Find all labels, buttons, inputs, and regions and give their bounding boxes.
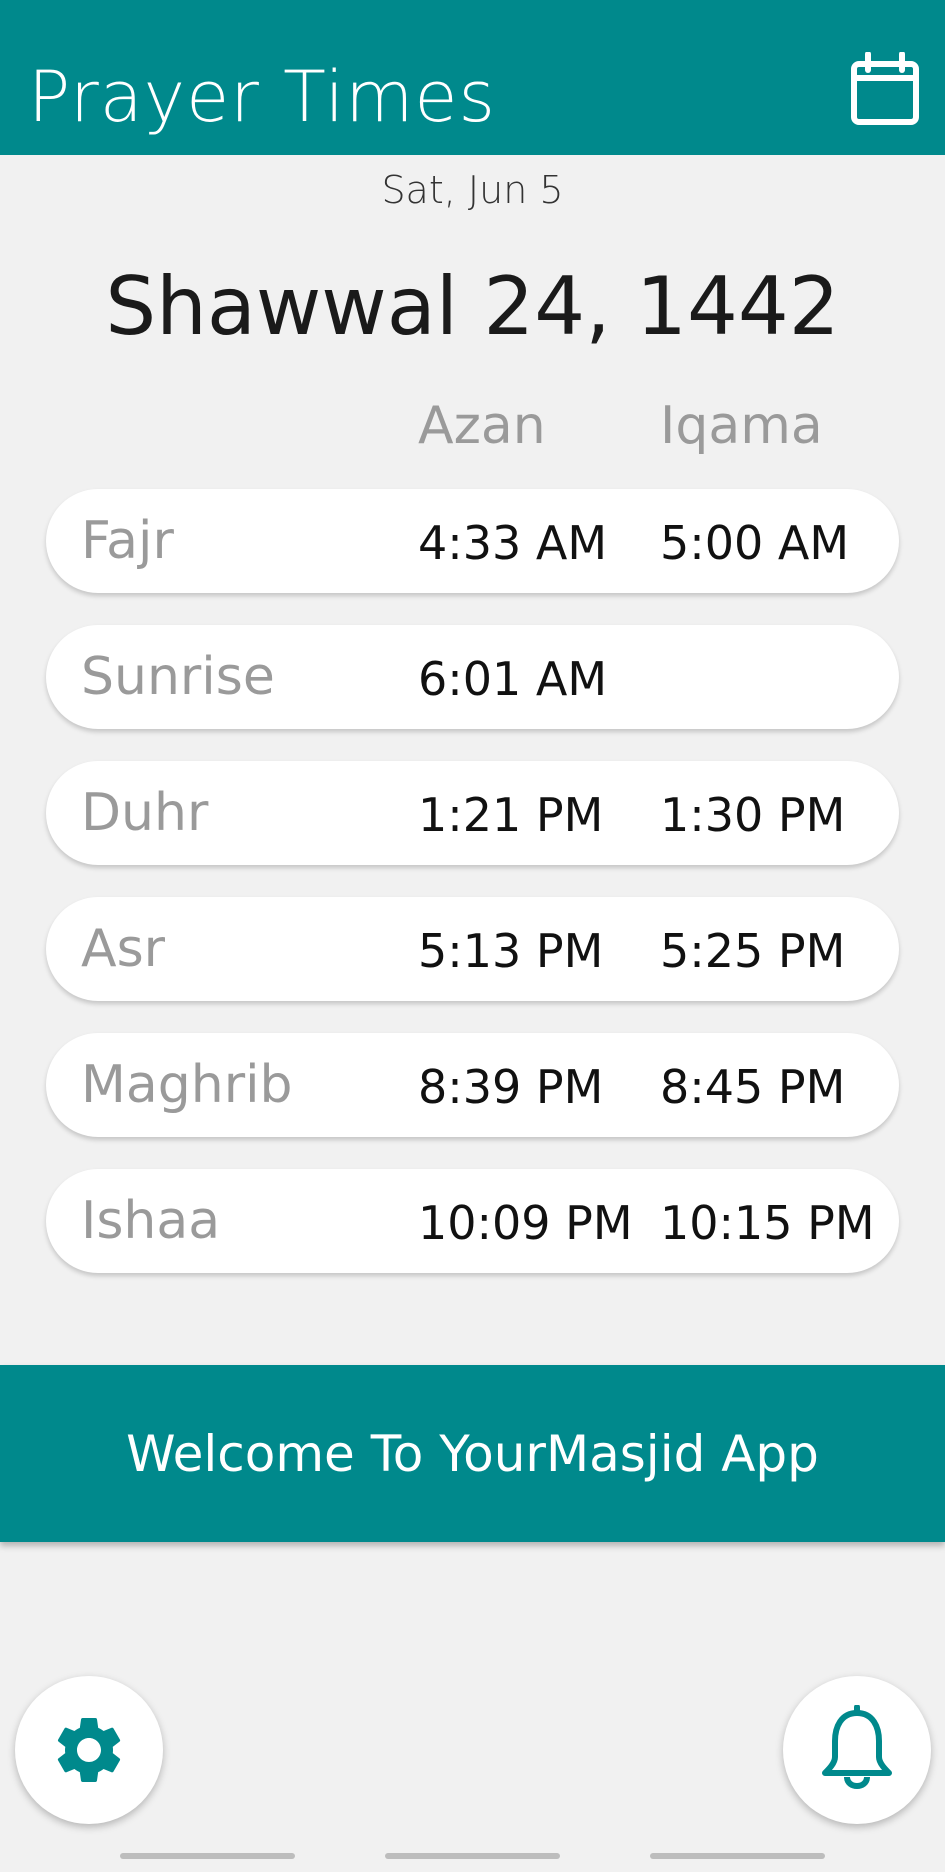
- prayer-name: Fajr: [81, 511, 174, 571]
- azan-column-header: Azan: [418, 396, 546, 456]
- iqama-time: 5:25 PM: [660, 924, 846, 978]
- azan-time: 10:09 PM: [418, 1196, 633, 1250]
- nav-handle-left: [120, 1853, 295, 1859]
- welcome-banner: Welcome To YourMasjid App: [0, 1365, 945, 1542]
- prayer-name: Sunrise: [81, 647, 275, 707]
- iqama-time: 10:15 PM: [660, 1196, 875, 1250]
- hijri-date: Shawwal 24, 1442: [105, 260, 840, 353]
- app-bar: Prayer Times: [0, 0, 945, 155]
- notifications-button[interactable]: [783, 1676, 931, 1824]
- azan-time: 8:39 PM: [418, 1060, 604, 1114]
- settings-button[interactable]: [15, 1676, 163, 1824]
- bell-icon: [822, 1705, 892, 1789]
- azan-time: 6:01 AM: [418, 652, 608, 706]
- iqama-time: 8:45 PM: [660, 1060, 846, 1114]
- prayer-name: Ishaa: [81, 1191, 221, 1251]
- prayer-name: Asr: [81, 919, 166, 979]
- welcome-text: Welcome To YourMasjid App: [126, 1424, 819, 1483]
- azan-time: 1:21 PM: [418, 788, 604, 842]
- prayer-name: Duhr: [81, 783, 209, 843]
- azan-time: 5:13 PM: [418, 924, 604, 978]
- prayer-row-maghrib: Maghrib 8:39 PM 8:45 PM: [46, 1033, 899, 1137]
- gregorian-date: Sat, Jun 5: [381, 168, 564, 212]
- prayer-row-ishaa: Ishaa 10:09 PM 10:15 PM: [46, 1169, 899, 1273]
- prayer-row-sunrise: Sunrise 6:01 AM: [46, 625, 899, 729]
- prayer-row-asr: Asr 5:13 PM 5:25 PM: [46, 897, 899, 1001]
- nav-handle-center: [385, 1853, 560, 1859]
- iqama-time: 5:00 AM: [660, 516, 850, 570]
- azan-time: 4:33 AM: [418, 516, 608, 570]
- iqama-time: 1:30 PM: [660, 788, 846, 842]
- calendar-icon[interactable]: [850, 52, 920, 127]
- app-title: Prayer Times: [28, 56, 496, 138]
- iqama-column-header: Iqama: [660, 396, 823, 456]
- gear-icon: [57, 1718, 121, 1782]
- prayer-times-list: Fajr 4:33 AM 5:00 AM Sunrise 6:01 AM Duh…: [46, 489, 899, 1305]
- prayer-row-duhr: Duhr 1:21 PM 1:30 PM: [46, 761, 899, 865]
- prayer-row-fajr: Fajr 4:33 AM 5:00 AM: [46, 489, 899, 593]
- nav-handle-right: [650, 1853, 825, 1859]
- prayer-name: Maghrib: [81, 1055, 293, 1115]
